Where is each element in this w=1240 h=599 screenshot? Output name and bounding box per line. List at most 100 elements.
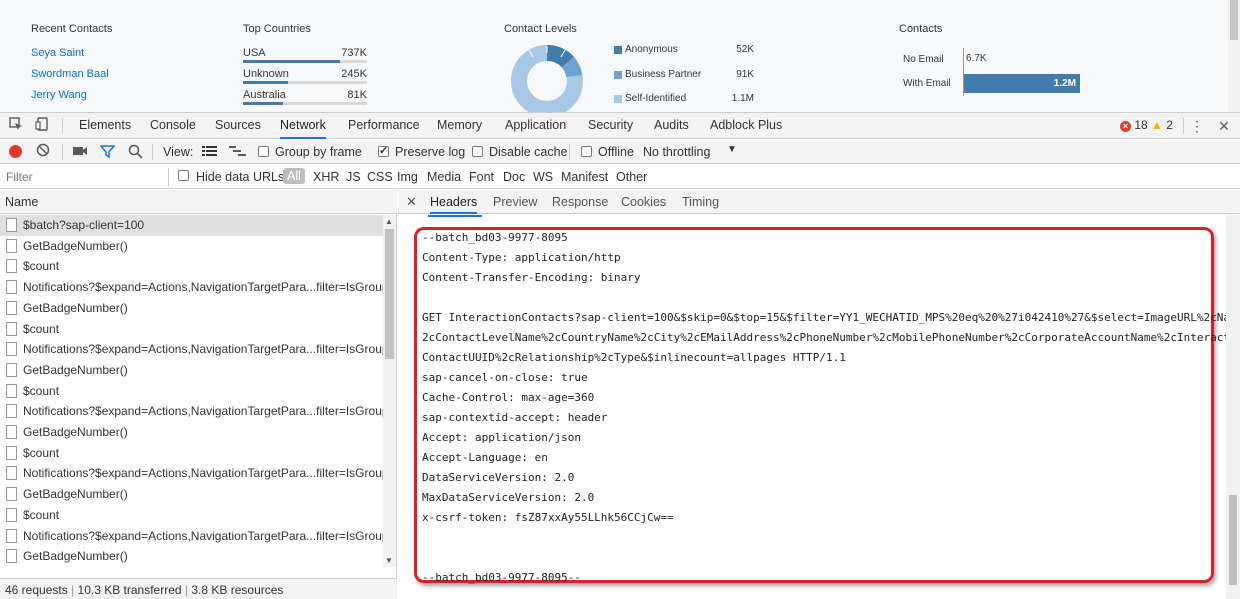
file-icon	[6, 300, 17, 315]
chevron-down-icon[interactable]: ▼	[727, 144, 737, 155]
scroll-up-icon[interactable]: ▲	[385, 217, 393, 226]
filter-type-xhr[interactable]: XHR	[313, 170, 339, 184]
disable-cache-checkbox[interactable]	[472, 146, 483, 157]
file-icon	[6, 362, 17, 377]
detail-tab-response[interactable]: Response	[552, 190, 608, 214]
error-warning-badge[interactable]: × 18 ▲ 2	[1120, 118, 1173, 132]
filter-type-css[interactable]: CSS	[367, 170, 393, 184]
recent-contact-link[interactable]: Jerry Wang	[31, 89, 87, 101]
detail-tab-headers[interactable]: Headers	[430, 190, 478, 214]
request-row[interactable]: GetBadgeNumber()	[0, 236, 383, 257]
group-by-frame-label: Group by frame	[275, 145, 362, 159]
filter-type-img[interactable]: Img	[397, 170, 418, 184]
device-toolbar-icon[interactable]	[33, 117, 51, 135]
request-row[interactable]: $count	[0, 505, 383, 526]
request-row[interactable]: $count	[0, 256, 383, 277]
filter-type-manifest[interactable]: Manifest	[561, 170, 608, 184]
large-rows-icon[interactable]	[202, 145, 217, 161]
request-row[interactable]: $count	[0, 381, 383, 402]
offline-checkbox[interactable]	[581, 146, 592, 157]
tab-adblock-plus[interactable]: Adblock Plus	[710, 113, 782, 139]
filter-type-other[interactable]: Other	[616, 170, 647, 184]
filter-input[interactable]	[2, 167, 166, 186]
request-row[interactable]: Notifications?$expand=Actions,Navigation…	[0, 463, 383, 484]
throttling-select[interactable]: No throttling	[643, 145, 710, 159]
file-icon	[6, 507, 17, 522]
country-value: 245K	[341, 68, 367, 80]
tab-memory[interactable]: Memory	[437, 113, 482, 139]
payload-line: GET InteractionContacts?sap-client=100&$…	[422, 311, 1226, 324]
filter-type-ws[interactable]: WS	[533, 170, 553, 184]
inspect-element-icon[interactable]	[7, 117, 25, 135]
filter-type-all[interactable]: All	[283, 168, 305, 184]
transferred-size: 10.3 KB transferred	[77, 583, 182, 597]
page-scrollbar[interactable]	[1228, 0, 1240, 112]
request-name: GetBadgeNumber()	[23, 238, 128, 253]
close-devtools-icon[interactable]: ✕	[1215, 117, 1233, 135]
detail-scrollbar[interactable]	[1226, 215, 1240, 599]
filter-type-js[interactable]: JS	[346, 170, 361, 184]
request-name: GetBadgeNumber()	[23, 362, 128, 377]
tab-application[interactable]: Application	[505, 113, 566, 139]
tab-sources[interactable]: Sources	[215, 113, 261, 139]
detail-tab-timing[interactable]: Timing	[682, 190, 719, 214]
donut-segment-business-partner	[561, 56, 582, 78]
file-icon	[6, 321, 17, 336]
filter-icon[interactable]	[99, 144, 116, 162]
file-icon	[6, 280, 17, 295]
request-row[interactable]: Notifications?$expand=Actions,Navigation…	[0, 401, 383, 422]
request-row[interactable]: GetBadgeNumber()	[0, 422, 383, 443]
request-row[interactable]: $count	[0, 319, 383, 340]
dashboard-area: Recent Contacts Seya Saint Swordman Baal…	[0, 0, 1240, 112]
hide-data-urls-checkbox[interactable]	[178, 170, 189, 181]
country-bar-fill	[243, 81, 288, 84]
payload-line: Cache-Control: max-age=360	[422, 391, 595, 404]
network-toolbar: View: Group by frame Preserve log Disabl…	[0, 140, 1240, 164]
recent-contact-link[interactable]: Seya Saint	[31, 47, 84, 59]
request-name: $batch?sap-client=100	[23, 218, 145, 232]
request-row[interactable]: GetBadgeNumber()	[0, 360, 383, 381]
contact-level-legend-item: Anonymous 52K	[614, 44, 754, 58]
scroll-down-icon[interactable]: ▼	[385, 556, 393, 565]
search-icon[interactable]	[128, 144, 143, 162]
filter-type-media[interactable]: Media	[427, 170, 461, 184]
more-options-icon[interactable]: ⋮	[1188, 117, 1206, 135]
offline-label: Offline	[598, 145, 634, 159]
request-row[interactable]: $batch?sap-client=100	[0, 215, 383, 236]
preserve-log-checkbox[interactable]	[378, 144, 389, 157]
tab-security[interactable]: Security	[588, 113, 633, 139]
name-column-header[interactable]: Name	[0, 190, 397, 214]
request-row[interactable]: $count	[0, 443, 383, 464]
detail-tab-cookies[interactable]: Cookies	[621, 190, 666, 214]
request-row[interactable]: Notifications?$expand=Actions,Navigation…	[0, 526, 383, 547]
legend-label: Anonymous	[625, 44, 678, 55]
tab-elements[interactable]: Elements	[79, 113, 131, 139]
group-by-frame-checkbox[interactable]	[258, 146, 269, 157]
country-name: Australia	[243, 89, 286, 101]
close-detail-icon[interactable]: ✕	[406, 190, 417, 214]
request-row[interactable]: GetBadgeNumber()	[0, 484, 383, 505]
record-icon[interactable]	[9, 145, 22, 158]
legend-value: 1.1M	[731, 93, 754, 104]
filter-type-doc[interactable]: Doc	[503, 170, 525, 184]
request-list-scrollbar[interactable]: ▲ ▼	[383, 215, 396, 567]
clear-icon[interactable]	[36, 143, 50, 160]
tab-audits[interactable]: Audits	[654, 113, 689, 139]
request-row[interactable]: Notifications?$expand=Actions,Navigation…	[0, 277, 383, 298]
tab-console[interactable]: Console	[150, 113, 196, 139]
request-name: Notifications?$expand=Actions,Navigation…	[23, 280, 383, 295]
hide-data-urls-label: Hide data URLs	[196, 170, 285, 184]
tab-performance[interactable]: Performance	[348, 113, 420, 139]
waterfall-overview-icon[interactable]	[229, 145, 246, 161]
request-row[interactable]: GetBadgeNumber()	[0, 546, 383, 567]
detail-tab-preview[interactable]: Preview	[493, 190, 537, 214]
country-row: Unknown 245K	[243, 68, 367, 86]
payload-line: DataServiceVersion: 2.0	[422, 471, 575, 484]
request-row[interactable]: Notifications?$expand=Actions,Navigation…	[0, 339, 383, 360]
request-name: Notifications?$expand=Actions,Navigation…	[23, 528, 383, 543]
request-row[interactable]: GetBadgeNumber()	[0, 298, 383, 319]
recent-contact-link[interactable]: Swordman Baal	[31, 68, 109, 80]
tab-network[interactable]: Network	[280, 113, 326, 139]
filter-type-font[interactable]: Font	[469, 170, 494, 184]
capture-screenshots-icon[interactable]	[72, 144, 88, 161]
